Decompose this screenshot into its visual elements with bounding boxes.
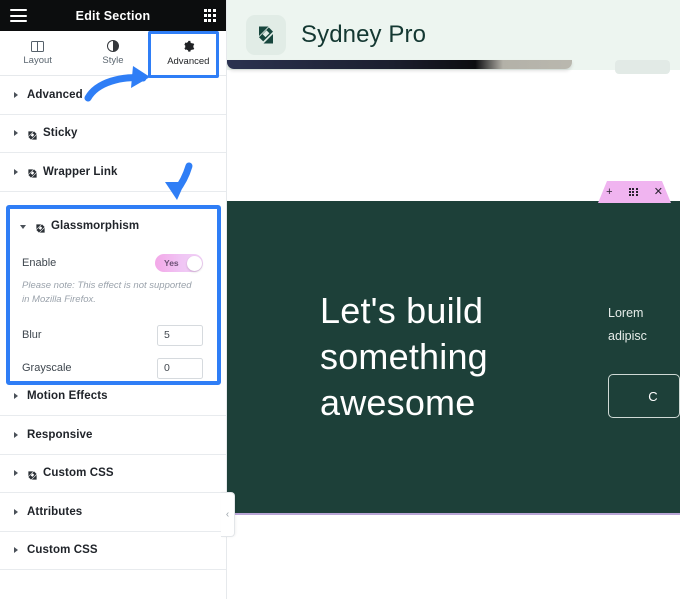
site-brand-title: Sydney Pro bbox=[301, 21, 427, 48]
section-sticky[interactable]: Sticky bbox=[0, 114, 226, 153]
glassmorphism-panel: Glassmorphism Enable Yes Please note: Th… bbox=[6, 205, 221, 385]
hero-title: Let's build something awesome bbox=[320, 288, 488, 425]
layout-columns-icon bbox=[31, 40, 45, 52]
section-attributes-label: Attributes bbox=[27, 505, 83, 518]
chevron-down-icon bbox=[20, 225, 26, 229]
panel-header: Edit Section bbox=[0, 0, 226, 31]
glassmorphism-header[interactable]: Glassmorphism bbox=[10, 209, 217, 233]
tab-advanced[interactable]: Advanced bbox=[151, 31, 226, 75]
chevron-right-icon bbox=[14, 431, 18, 438]
hero-title-line-2: something bbox=[320, 336, 488, 378]
section-advanced-label: Advanced bbox=[27, 88, 83, 101]
hamburger-icon[interactable] bbox=[10, 9, 27, 22]
section-custom-css-label: Custom CSS bbox=[27, 544, 98, 557]
hero-text-column: Let's build something awesome bbox=[227, 201, 608, 513]
pro-badge-icon bbox=[27, 128, 38, 140]
enable-toggle-value: Yes bbox=[164, 258, 179, 268]
pro-badge-icon bbox=[27, 166, 38, 178]
panel-title: Edit Section bbox=[75, 8, 151, 23]
tab-style-label: Style bbox=[102, 55, 124, 66]
grayscale-row: Grayscale bbox=[10, 357, 217, 379]
tab-layout-label: Layout bbox=[23, 54, 52, 66]
page-body-below-section bbox=[227, 517, 680, 599]
section-custom-css-pro[interactable]: Custom CSS bbox=[0, 454, 226, 493]
plus-icon[interactable]: + bbox=[606, 186, 612, 198]
section-responsive-label: Responsive bbox=[27, 428, 93, 441]
hero-title-line-3: awesome bbox=[320, 381, 476, 423]
section-custom-css-pro-label: Custom CSS bbox=[43, 467, 114, 480]
section-motion-effects-label: Motion Effects bbox=[27, 390, 108, 403]
section-responsive[interactable]: Responsive bbox=[0, 416, 226, 455]
enable-toggle[interactable]: Yes bbox=[155, 254, 203, 272]
glassmorphism-label: Glassmorphism bbox=[51, 220, 140, 232]
chevron-right-icon bbox=[14, 168, 18, 175]
hero-paragraph-line-2: adipisc bbox=[608, 329, 647, 343]
header-image-strip bbox=[227, 60, 572, 69]
enable-label: Enable bbox=[22, 257, 57, 269]
tab-style[interactable]: Style bbox=[75, 31, 150, 75]
editor-screen: Sydney Pro + ✕ Let's build something awe… bbox=[0, 0, 680, 599]
panel-tabs: Layout Style Advanced bbox=[0, 31, 226, 76]
contrast-circle-icon bbox=[106, 40, 119, 52]
grid-apps-icon[interactable] bbox=[203, 9, 216, 22]
section-wrapper-link-label: Wrapper Link bbox=[43, 165, 118, 178]
enable-row: Enable Yes bbox=[10, 254, 217, 272]
grayscale-label: Grayscale bbox=[22, 362, 72, 375]
chevron-right-icon bbox=[14, 393, 18, 400]
header-button-chip[interactable] bbox=[615, 60, 670, 74]
grayscale-input[interactable] bbox=[157, 357, 203, 379]
toggle-knob bbox=[186, 255, 202, 271]
hero-side-column: Lorem adipisc C bbox=[608, 201, 680, 513]
hero-paragraph-line-1: Lorem bbox=[608, 305, 644, 320]
pro-badge-icon bbox=[35, 221, 46, 233]
firefox-note: Please note: This effect is not supporte… bbox=[22, 280, 192, 305]
hero-paragraph: Lorem adipisc bbox=[608, 302, 680, 348]
close-x-icon[interactable]: ✕ bbox=[654, 186, 663, 198]
section-custom-css[interactable]: Custom CSS bbox=[0, 531, 226, 570]
drag-grid-icon[interactable] bbox=[628, 187, 638, 197]
chevron-right-icon bbox=[14, 547, 18, 554]
section-sticky-label: Sticky bbox=[43, 127, 78, 140]
blur-label: Blur bbox=[22, 329, 42, 342]
hero-section[interactable]: Let's build something awesome Lorem adip… bbox=[227, 201, 680, 515]
tab-advanced-label: Advanced bbox=[167, 55, 210, 67]
section-wrapper-link[interactable]: Wrapper Link bbox=[0, 153, 226, 192]
gear-icon bbox=[182, 40, 195, 53]
section-attributes[interactable]: Attributes bbox=[0, 493, 226, 532]
panel-collapse-handle[interactable]: ‹ bbox=[221, 492, 235, 537]
chevron-right-icon bbox=[14, 508, 18, 515]
blur-input[interactable] bbox=[157, 324, 203, 346]
sydney-s-logo-icon bbox=[246, 15, 286, 55]
section-toolbar[interactable]: + ✕ bbox=[598, 181, 671, 203]
hero-cta-button[interactable]: C bbox=[608, 374, 680, 419]
tab-layout[interactable]: Layout bbox=[0, 31, 75, 75]
chevron-right-icon bbox=[14, 470, 18, 477]
pro-badge-icon bbox=[27, 468, 38, 480]
blur-row: Blur bbox=[10, 324, 217, 346]
chevron-right-icon bbox=[14, 91, 18, 98]
chevron-right-icon bbox=[14, 130, 18, 137]
section-advanced[interactable]: Advanced bbox=[0, 76, 226, 115]
hero-title-line-1: Let's build bbox=[320, 290, 484, 332]
site-preview: Sydney Pro + ✕ Let's build something awe… bbox=[227, 0, 680, 599]
